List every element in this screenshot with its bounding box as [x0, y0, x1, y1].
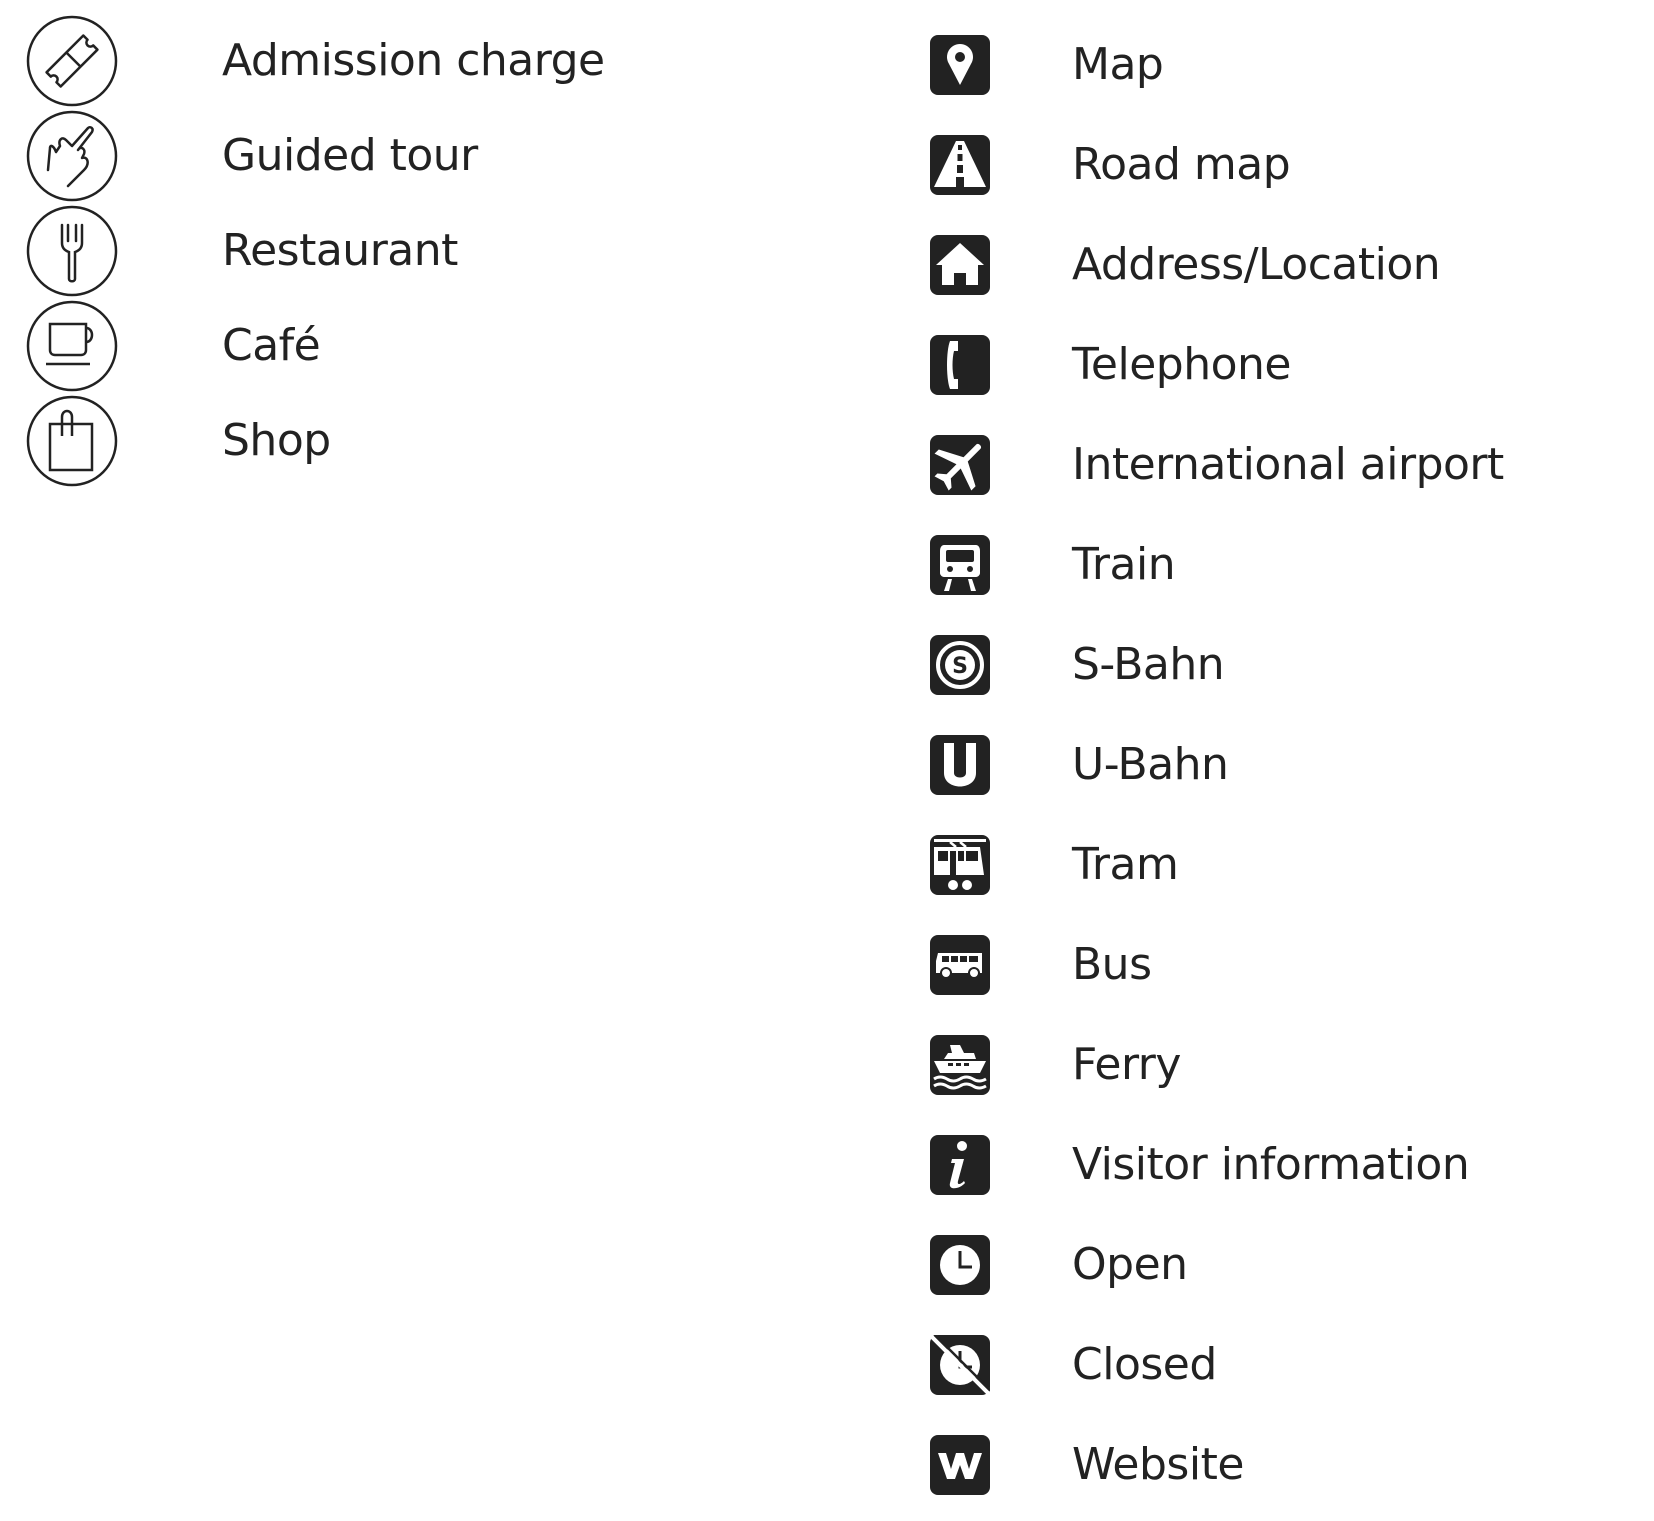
legend-item-train: Train — [930, 535, 1654, 595]
clock-icon — [930, 1235, 990, 1295]
info-icon — [930, 1135, 990, 1195]
legend-item-guided-tour: Guided tour — [26, 110, 826, 202]
website-w-icon — [930, 1435, 990, 1495]
legend-label: Shop — [222, 415, 331, 466]
road-icon — [930, 135, 990, 195]
legend-label: S-Bahn — [1072, 639, 1225, 690]
legend-item-website: Website — [930, 1435, 1654, 1495]
legend-label: Ferry — [1072, 1039, 1181, 1090]
legend-item-shop: Shop — [26, 395, 826, 487]
pointing-hand-icon — [26, 110, 118, 202]
legend-item-restaurant: Restaurant — [26, 205, 826, 297]
u-bahn-icon — [930, 735, 990, 795]
legend-label: Visitor information — [1072, 1139, 1470, 1190]
legend-label: International airport — [1072, 439, 1504, 490]
legend-item-ferry: Ferry — [930, 1035, 1654, 1095]
legend-item-admission: Admission charge — [26, 15, 826, 107]
legend-label: Bus — [1072, 939, 1152, 990]
legend-item-closed: Closed — [930, 1335, 1654, 1395]
legend-item-bus: Bus — [930, 935, 1654, 995]
train-icon — [930, 535, 990, 595]
legend-item-map: Map — [930, 35, 1654, 95]
legend-label: Open — [1072, 1239, 1188, 1290]
legend-item-tram: Tram — [930, 835, 1654, 895]
legend-label: Telephone — [1072, 339, 1291, 390]
legend-label: Train — [1072, 539, 1176, 590]
fork-icon — [26, 205, 118, 297]
legend-item-cafe: Café — [26, 300, 826, 392]
map-pin-icon — [930, 35, 990, 95]
legend-label: Guided tour — [222, 130, 478, 181]
legend-item-visitor-info: Visitor information — [930, 1135, 1654, 1195]
legend-label: Website — [1072, 1439, 1244, 1490]
bus-icon — [930, 935, 990, 995]
legend-item-u-bahn: U-Bahn — [930, 735, 1654, 795]
legend-label: Map — [1072, 39, 1164, 90]
coffee-cup-icon — [26, 300, 118, 392]
tram-icon — [930, 835, 990, 895]
legend-item-s-bahn: S S-Bahn — [930, 635, 1654, 695]
legend-label: U-Bahn — [1072, 739, 1229, 790]
legend-item-airport: International airport — [930, 435, 1654, 495]
legend-label: Closed — [1072, 1339, 1217, 1390]
s-bahn-icon: S — [930, 635, 990, 695]
legend-label: Restaurant — [222, 225, 458, 276]
house-icon — [930, 235, 990, 295]
shopping-bag-icon — [26, 395, 118, 487]
legend-label: Road map — [1072, 139, 1291, 190]
ferry-icon — [930, 1035, 990, 1095]
ticket-icon — [26, 15, 118, 107]
legend-label: Café — [222, 320, 321, 371]
legend-item-open: Open — [930, 1235, 1654, 1295]
legend-label: Tram — [1072, 839, 1179, 890]
legend-label: Admission charge — [222, 35, 605, 86]
svg-text:S: S — [952, 654, 968, 679]
airplane-icon — [930, 435, 990, 495]
legend-item-address: Address/Location — [930, 235, 1654, 295]
legend-label: Address/Location — [1072, 239, 1441, 290]
legend-item-telephone: Telephone — [930, 335, 1654, 395]
clock-crossed-icon — [930, 1335, 990, 1395]
legend-item-road-map: Road map — [930, 135, 1654, 195]
telephone-icon — [930, 335, 990, 395]
